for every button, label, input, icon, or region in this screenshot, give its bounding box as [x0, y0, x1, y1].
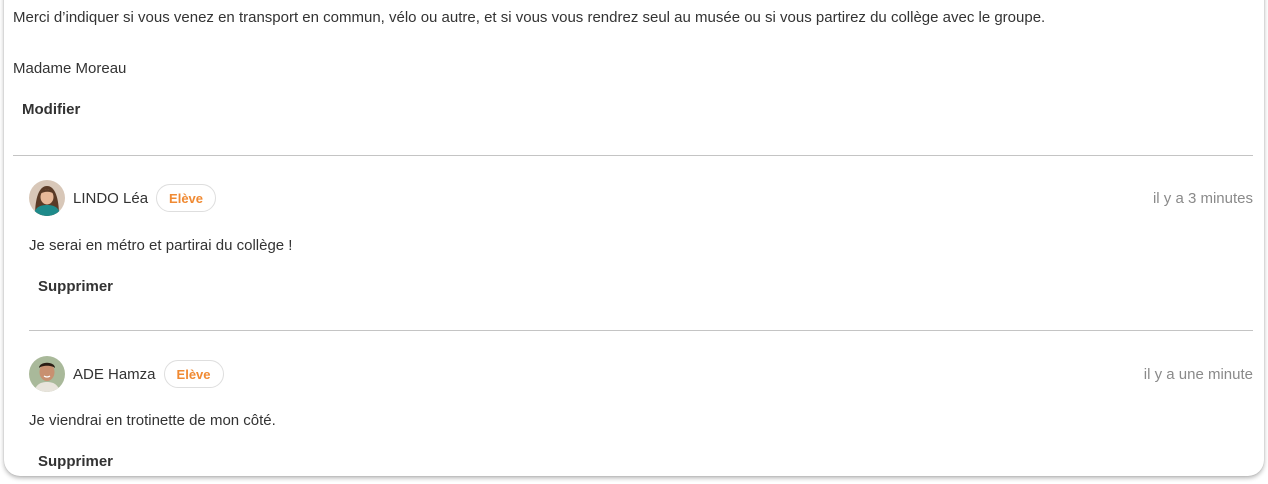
- post-signature: Madame Moreau: [13, 60, 127, 77]
- avatar: [29, 180, 65, 216]
- divider: [29, 330, 1253, 331]
- comment-header: LINDO Léa Elève il y a 3 minutes: [29, 180, 1253, 216]
- comment-header: ADE Hamza Elève il y a une minute: [29, 356, 1253, 392]
- role-badge: Elève: [156, 184, 217, 212]
- comment-timestamp: il y a 3 minutes: [1152, 189, 1253, 207]
- avatar-girl-icon: [29, 180, 65, 216]
- post-body: Merci d’indiquer si vous venez en transp…: [13, 9, 1046, 26]
- delete-comment-button[interactable]: Supprimer: [38, 276, 113, 297]
- role-badge: Elève: [163, 360, 224, 388]
- comment-author: ADE Hamza: [73, 365, 156, 383]
- delete-comment-button[interactable]: Supprimer: [38, 451, 113, 472]
- comment-author: LINDO Léa: [73, 189, 149, 207]
- comment-text: Je serai en métro et partirai du collège…: [29, 237, 293, 254]
- edit-button[interactable]: Modifier: [22, 99, 80, 120]
- avatar-boy-icon: [29, 356, 65, 392]
- post-card: Merci d’indiquer si vous venez en transp…: [4, 0, 1264, 476]
- comment-timestamp: il y a une minute: [1143, 365, 1253, 383]
- avatar: [29, 356, 65, 392]
- divider: [13, 155, 1253, 156]
- comment-text: Je viendrai en trotinette de mon côté.: [29, 412, 276, 429]
